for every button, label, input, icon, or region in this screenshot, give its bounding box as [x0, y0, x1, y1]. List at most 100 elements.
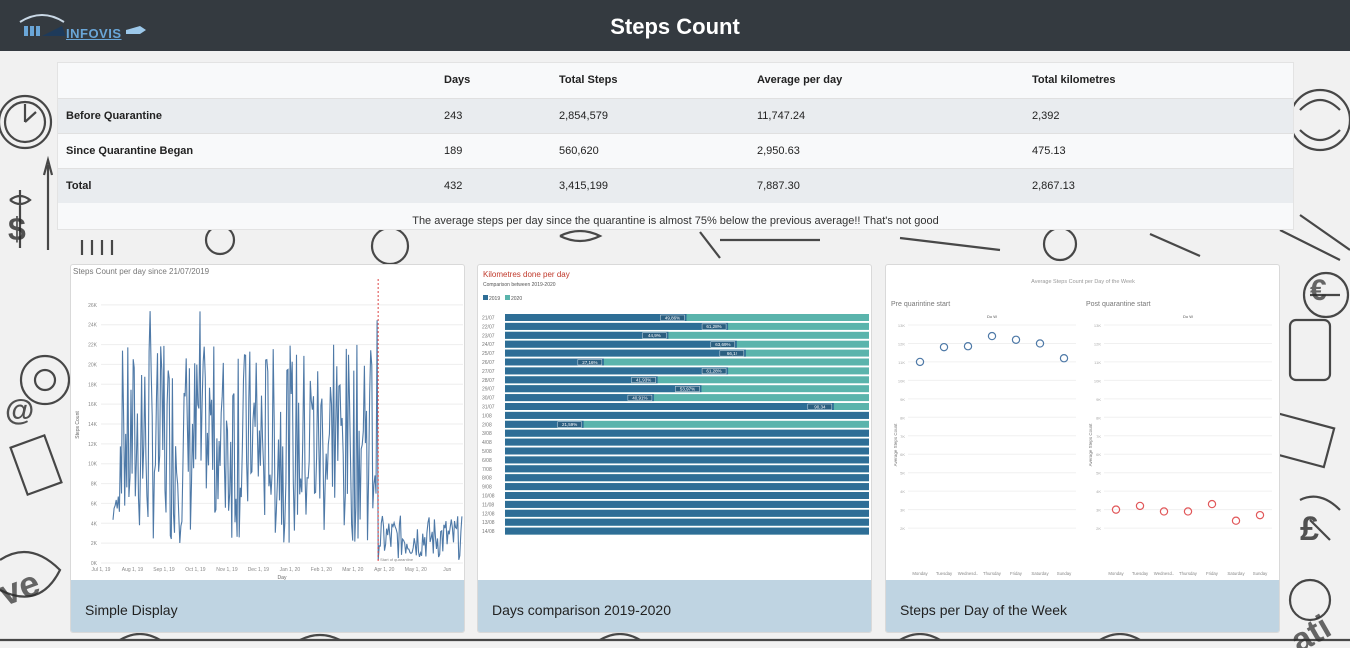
data-label: 63,69% — [715, 342, 730, 347]
y-tick-label: 16K — [88, 402, 98, 408]
y-tick-label: 12K — [898, 341, 905, 346]
data-point — [1183, 507, 1193, 516]
km-bar-chart[interactable]: Kilometres done per day Comparison betwee… — [478, 265, 872, 580]
column-header-blank — [58, 63, 436, 98]
stats-table: Days Total Steps Average per day Total k… — [58, 63, 1293, 203]
svg-text:ve: ve — [0, 562, 45, 614]
data-point — [1159, 507, 1169, 516]
bar-2019 — [505, 483, 869, 491]
y-tick-label: 4K — [900, 489, 905, 494]
x-tick-label: Wednesd.. — [1154, 571, 1174, 576]
data-label: 53,97% — [680, 387, 695, 392]
x-tick-label: Saturday — [1227, 571, 1245, 576]
y-tick-label: 10K — [88, 462, 98, 468]
bar-2019 — [505, 385, 702, 393]
x-tick-label: May 1, 20 — [405, 567, 427, 573]
x-tick-label: Jul 1, 19 — [92, 567, 111, 573]
y-tick-label: 2K — [1096, 526, 1101, 531]
y-tick-label: 6K — [91, 501, 98, 507]
bar-2019 — [505, 465, 869, 473]
weekday-scatter-chart[interactable]: Average Steps Count per Day of the Week P… — [886, 265, 1280, 580]
card-caption[interactable]: Steps per Day of the Week — [886, 580, 1279, 632]
cell-days: 243 — [436, 97, 551, 133]
category-label: 25/07 — [482, 351, 495, 357]
x-tick-label: Aug 1, 19 — [122, 567, 144, 573]
y-tick-label: 11K — [898, 360, 905, 365]
chart-subtitle: Comparison between 2019-2020 — [483, 282, 556, 288]
panel-sublabel: Do W — [987, 314, 997, 319]
x-tick-label: Friday — [1010, 571, 1023, 576]
steps-line-chart[interactable]: Steps Count per day since 21/07/20190K2K… — [71, 265, 465, 580]
category-label: 23/07 — [482, 333, 495, 339]
table-header-row: Days Total Steps Average per day Total k… — [58, 63, 1293, 98]
y-axis-label: Average Steps Count — [893, 423, 898, 466]
category-label: 3/08 — [482, 431, 492, 437]
bar-2019 — [505, 322, 729, 330]
row-label: Since Quarantine Began — [58, 132, 436, 168]
card-caption[interactable]: Days comparison 2019-2020 — [478, 580, 871, 632]
data-point — [1011, 335, 1021, 344]
category-label: 8/08 — [482, 476, 492, 482]
cell-km: 2,867.13 — [1024, 167, 1293, 203]
card-caption[interactable]: Simple Display — [71, 580, 464, 632]
category-label: 21/07 — [482, 316, 495, 322]
x-tick-label: Tuesday — [1132, 571, 1149, 576]
y-tick-label: 7K — [900, 434, 905, 439]
x-tick-label: Tuesday — [936, 571, 953, 576]
row-label: Total — [58, 167, 436, 203]
x-tick-label: Oct 1, 19 — [185, 567, 206, 573]
bar-2019 — [505, 518, 869, 526]
y-tick-label: 6K — [1096, 452, 1101, 457]
y-tick-label: 4K — [1096, 489, 1101, 494]
x-tick-label: Sunday — [1253, 571, 1268, 576]
category-label: 27/07 — [482, 369, 495, 375]
category-label: 30/07 — [482, 396, 495, 402]
data-label: 40,91% — [632, 395, 647, 400]
y-tick-label: 13K — [1094, 323, 1101, 328]
chart-title: Steps Count per day since 21/07/2019 — [73, 267, 210, 276]
data-label: 21,59% — [562, 422, 577, 427]
y-axis-label: Average Steps Count — [1088, 423, 1093, 466]
column-header-total-steps: Total Steps — [559, 74, 618, 87]
y-tick-label: 8K — [900, 415, 905, 420]
cell-days: 189 — [436, 132, 551, 168]
cell-average: 2,950.63 — [749, 132, 1024, 168]
x-tick-label: Mar 1, 20 — [342, 567, 363, 573]
cell-km: 2,392 — [1024, 97, 1293, 133]
category-label: 1/08 — [482, 413, 492, 419]
bar-2019 — [505, 429, 869, 437]
data-point — [939, 342, 949, 352]
panel-title: Pre quarintine start — [891, 301, 950, 308]
card-simple-display[interactable]: Steps Count per day since 21/07/2019 0K 2K… — [70, 264, 465, 633]
y-tick-label: 2K — [900, 526, 905, 531]
category-label: 6/08 — [482, 458, 492, 464]
bar-2019 — [505, 340, 737, 348]
y-tick-label: 3K — [1096, 508, 1101, 513]
x-tick-label: Monday — [912, 571, 928, 576]
quarantine-marker-label: Start of quarantine — [380, 557, 414, 562]
card-steps-weekday[interactable]: Average Steps Count per Day of the Week P… — [885, 264, 1280, 633]
panel-sublabel: Do W — [1183, 314, 1193, 319]
y-tick-label: 5K — [1096, 471, 1101, 476]
data-point — [1059, 354, 1069, 363]
y-tick-label: 8K — [91, 482, 98, 488]
data-point — [1231, 516, 1241, 525]
x-tick-label: Dec 1, 19 — [248, 567, 270, 573]
category-label: 4/08 — [482, 440, 492, 446]
summary-note: The average steps per day since the quar… — [412, 215, 939, 227]
category-label: 2/08 — [482, 422, 492, 428]
svg-text:€: € — [1310, 274, 1327, 307]
bar-2019 — [505, 527, 869, 535]
card-days-comparison[interactable]: Kilometres done per day Comparison betwee… — [477, 264, 872, 633]
bar-2019 — [505, 349, 746, 357]
data-label: 90,34 — [814, 404, 826, 409]
panel-title: Post quarantine start — [1086, 301, 1151, 308]
table-row: Total 432 3,415,199 7,887.30 2,867.13 — [58, 167, 1293, 203]
x-tick-label: Saturday — [1031, 571, 1049, 576]
bar-2019 — [505, 367, 729, 375]
column-header-days: Days — [444, 74, 471, 87]
category-label: 13/08 — [482, 520, 495, 526]
y-tick-label: 5K — [900, 471, 905, 476]
x-tick-label: Thursday — [1179, 571, 1198, 576]
svg-text:@: @ — [5, 394, 34, 427]
